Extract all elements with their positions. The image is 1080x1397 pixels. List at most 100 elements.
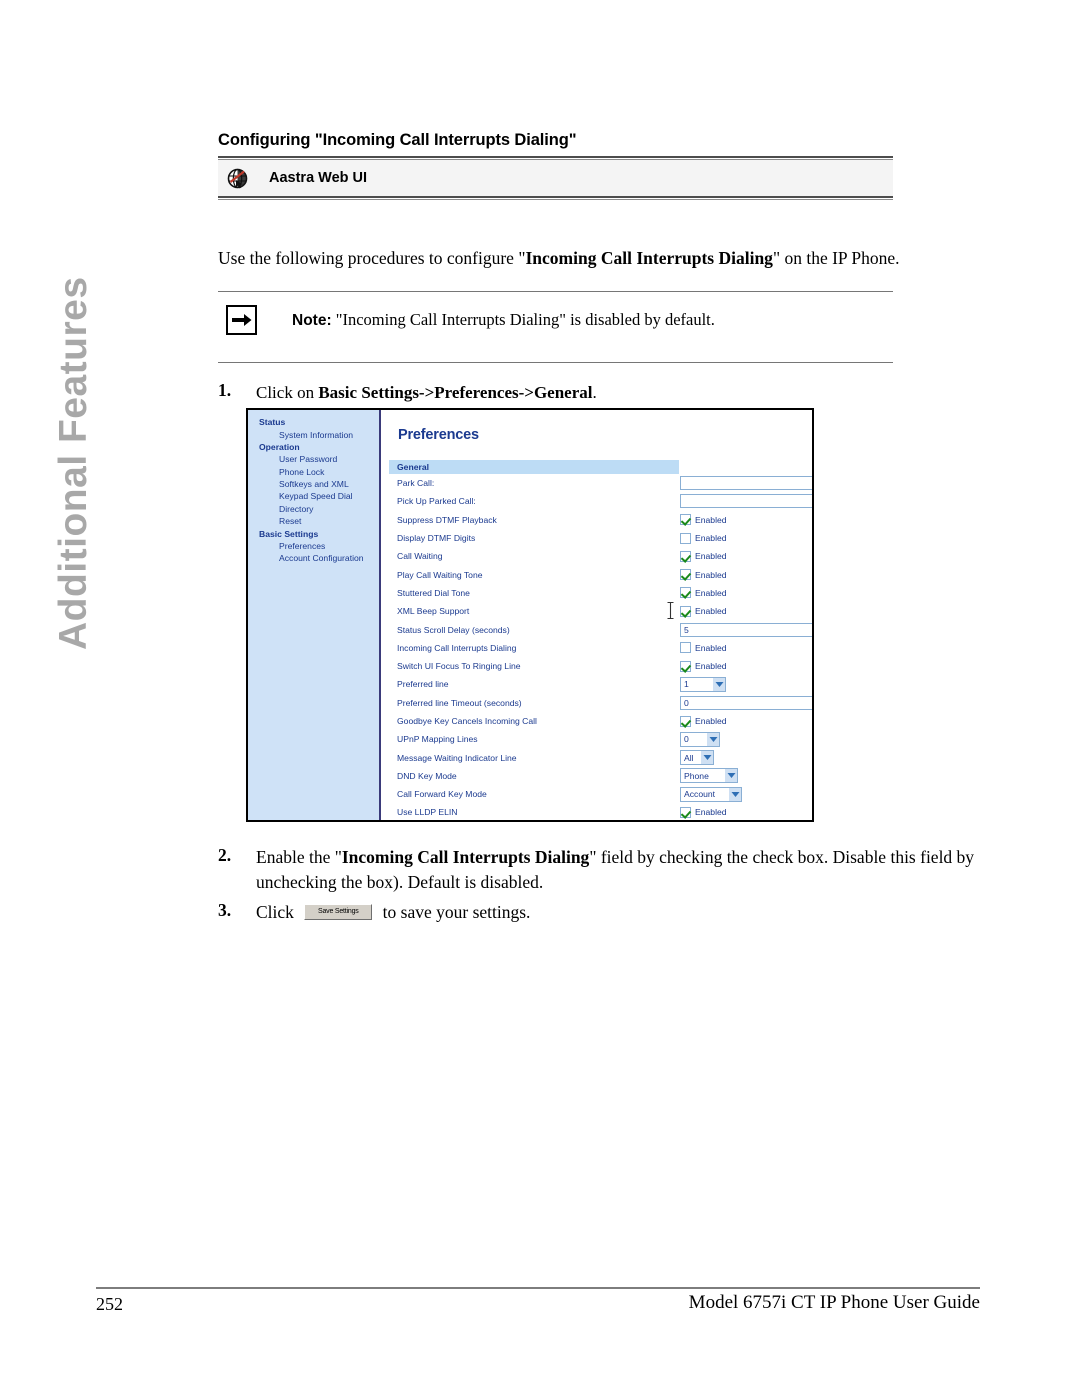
dropdown-value: Account	[684, 789, 716, 800]
form-row: Park Call:	[389, 474, 812, 492]
right-arrow-icon	[226, 305, 257, 335]
field-control: Phone	[680, 768, 738, 784]
preferences-form: General Park Call: Pick Up Parked Call: Su…	[389, 460, 812, 820]
form-row: Pick Up Parked Call:	[389, 492, 812, 510]
text-input[interactable]: 0	[680, 695, 812, 710]
page-title: Configuring "Incoming Call Interrupts Di…	[218, 131, 577, 150]
note-top-divider	[218, 291, 893, 292]
footer-document-title: Model 6757i CT IP Phone User Guide	[688, 1292, 980, 1313]
nav-item-user-password[interactable]: User Password	[248, 453, 379, 465]
checkbox-label: Enabled	[695, 661, 727, 672]
dropdown[interactable]: All	[680, 750, 714, 766]
field-label: Preferred line Timeout (seconds)	[397, 697, 522, 708]
form-row: UPnP Mapping Lines 0	[389, 730, 806, 748]
form-row: Call Waiting Enabled	[389, 547, 806, 565]
aastra-web-ui-banner: Aastra Web UI	[218, 156, 893, 200]
save-settings-button[interactable]: Save Settings	[304, 904, 373, 920]
checkbox-checked[interactable]	[680, 605, 691, 617]
form-row: Display DTMF Digits Enabled	[389, 529, 806, 547]
field-control: Enabled	[680, 660, 727, 672]
note-body: "Incoming Call Interrupts Dialing" is di…	[335, 310, 715, 329]
field-control: Enabled	[680, 532, 727, 544]
nav-item-phone-lock[interactable]: Phone Lock	[248, 466, 379, 478]
step-1-before: Click on	[256, 383, 319, 402]
chevron-down-icon[interactable]	[724, 769, 737, 783]
dropdown-value: 1	[684, 679, 689, 690]
text-input[interactable]: 5	[680, 622, 812, 637]
chapter-side-tab-label: Additional Features	[52, 276, 95, 650]
webui-nav-sidebar: Status System Information Operation User…	[248, 410, 381, 820]
aastra-globe-icon	[227, 168, 248, 189]
step-1: 1. Click on Basic Settings->Preferences-…	[218, 380, 597, 405]
field-control	[680, 494, 812, 509]
note-bottom-divider	[218, 362, 893, 363]
field-control: Enabled	[680, 605, 727, 617]
nav-item-reset[interactable]: Reset	[248, 515, 379, 527]
field-label: DND Key Mode	[397, 770, 457, 781]
form-row: Play Call Waiting Tone Enabled	[389, 565, 806, 583]
dropdown-value: 0	[684, 734, 689, 745]
dropdown[interactable]: 0	[680, 731, 720, 747]
dropdown[interactable]: Phone	[680, 768, 738, 784]
step-1-body: Click on Basic Settings->Preferences->Ge…	[256, 380, 597, 405]
step-2-body: Enable the "Incoming Call Interrupts Dia…	[256, 845, 980, 895]
note-text: Note: "Incoming Call Interrupts Dialing"…	[292, 305, 715, 332]
intro-text-before: Use the following procedures to configur…	[218, 247, 526, 268]
aastra-web-ui-screenshot: Status System Information Operation User…	[246, 408, 814, 822]
step-1-bold: Basic Settings->Preferences->General	[318, 383, 593, 402]
field-label: Incoming Call Interrupts Dialing	[397, 642, 517, 653]
chevron-down-icon[interactable]	[700, 751, 713, 765]
chevron-down-icon[interactable]	[706, 732, 719, 746]
checkbox-checked[interactable]	[680, 514, 691, 526]
nav-item-preferences[interactable]: Preferences	[248, 540, 379, 552]
field-label: Stuttered Dial Tone	[397, 587, 470, 598]
chevron-down-icon[interactable]	[728, 787, 741, 801]
field-control: Enabled	[680, 569, 727, 581]
nav-item-system-information[interactable]: System Information	[248, 428, 379, 440]
step-3: 3. Click Save Settings to save your sett…	[218, 900, 530, 925]
section-header-general: General	[389, 460, 679, 474]
dropdown[interactable]: 1	[680, 676, 726, 692]
checkbox-label: Enabled	[695, 551, 727, 562]
step-1-number: 1.	[218, 380, 232, 400]
field-control: Enabled	[680, 715, 727, 727]
nav-item-directory[interactable]: Directory	[248, 503, 379, 515]
checkbox-unchecked[interactable]	[680, 642, 691, 654]
checkbox-label: Enabled	[695, 587, 727, 598]
checkbox-unchecked[interactable]	[680, 532, 691, 544]
text-input[interactable]	[680, 494, 812, 509]
field-control: 1	[680, 676, 726, 692]
field-label: Park Call:	[397, 478, 435, 489]
checkbox-checked[interactable]	[680, 550, 691, 562]
chevron-down-icon[interactable]	[712, 677, 725, 691]
checkbox-label: Enabled	[695, 533, 727, 544]
form-row: Goodbye Key Cancels Incoming Call Enabled	[389, 712, 806, 730]
nav-item-keypad-speed-dial[interactable]: Keypad Speed Dial	[248, 490, 379, 502]
form-row: Preferred line Timeout (seconds) 0	[389, 694, 812, 712]
field-label: Switch UI Focus To Ringing Line	[397, 661, 521, 672]
note-label: Note:	[292, 312, 332, 329]
form-row: Suppress DTMF Playback Enabled	[389, 511, 806, 529]
nav-item-softkeys-and-xml[interactable]: Softkeys and XML	[248, 478, 379, 490]
checkbox-checked[interactable]	[680, 587, 691, 599]
field-control	[680, 476, 812, 491]
checkbox-checked[interactable]	[680, 569, 691, 581]
field-control: 0	[680, 695, 812, 710]
field-control: Enabled	[680, 587, 727, 599]
field-control: Enabled	[680, 514, 727, 526]
checkbox-checked[interactable]	[680, 715, 691, 727]
form-row: Use LLDP ELIN Enabled	[389, 803, 806, 820]
checkbox-label: Enabled	[695, 606, 727, 617]
form-row: Switch UI Focus To Ringing Line Enabled	[389, 657, 806, 675]
step-3-number: 3.	[218, 900, 232, 920]
dropdown-value: All	[684, 752, 694, 763]
step-2-number: 2.	[218, 845, 232, 865]
nav-item-account-configuration[interactable]: Account Configuration	[248, 552, 379, 564]
dropdown[interactable]: Account	[680, 786, 742, 802]
text-input[interactable]	[680, 476, 812, 491]
checkbox-checked[interactable]	[680, 660, 691, 672]
banner-bar: Aastra Web UI	[218, 160, 893, 196]
checkbox-checked[interactable]	[680, 806, 691, 818]
form-row: Preferred line 1	[389, 675, 806, 693]
form-row: Incoming Call Interrupts Dialing Enabled	[389, 639, 806, 657]
